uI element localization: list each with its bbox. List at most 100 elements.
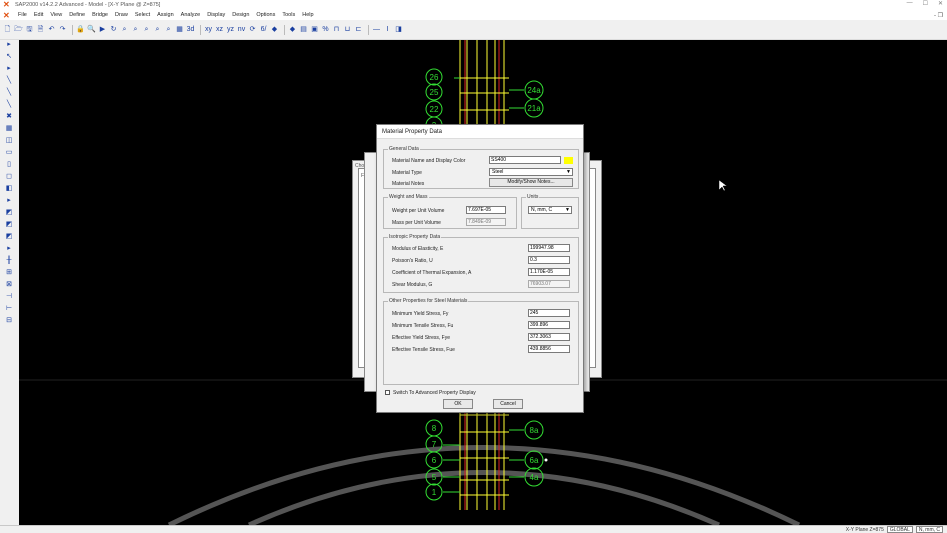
draw-tool-icon[interactable]: ▭ — [4, 148, 14, 157]
menu-bridge[interactable]: Bridge — [92, 12, 108, 18]
poisson-ratio-field[interactable]: 0.3 — [528, 256, 570, 264]
menu-help[interactable]: Help — [302, 12, 313, 18]
draw-tool-icon[interactable]: ◩ — [4, 220, 14, 229]
menu-define[interactable]: Define — [69, 12, 85, 18]
toolbar-tool-icon[interactable]: ⊏ — [354, 25, 363, 34]
eff-yield-stress-field[interactable]: 372.3063 — [528, 333, 570, 341]
draw-tool-icon[interactable]: ⊠ — [4, 280, 14, 289]
toolbar-tool-icon[interactable]: 6/ — [259, 25, 268, 34]
main-toolbar: 🗋 🗁 🖫 🗎 ↶ ↷ 🔒 🔍 ▶ ↻ ⌕ ⌕ ⌕ ⌕ ⌕ ▦ 3d xy xz yz nv ⟳ 6/◆ ◆ ▤ ▣% ⊓ ⊔ ⊏ — I ◨ — [0, 20, 947, 40]
draw-tool-icon[interactable]: ▯ — [4, 160, 14, 169]
menu-display[interactable]: Display — [207, 12, 225, 18]
toolbar-tool-icon[interactable]: ↻ — [109, 25, 118, 34]
toolbar-tool-icon[interactable]: 🗁 — [14, 25, 23, 34]
menu-assign[interactable]: Assign — [157, 12, 174, 18]
toolbar-tool-icon[interactable]: 🔍 — [87, 25, 96, 34]
weight-per-volume-field[interactable]: 7.697E-05 — [466, 206, 506, 214]
modulus-elasticity-field[interactable]: 199947.98 — [528, 244, 570, 252]
draw-tool-icon[interactable]: ◩ — [4, 232, 14, 241]
toolbar-tool-icon[interactable]: ⊓ — [332, 25, 341, 34]
toolbar-tool-icon[interactable]: 🗋 — [3, 25, 12, 34]
coord-system-select[interactable]: GLOBAL — [886, 526, 913, 533]
units-status-select[interactable]: N, mm, C — [915, 526, 943, 533]
toolbar-tool-icon[interactable]: yz — [226, 25, 235, 34]
toolbar-tool-icon[interactable]: ⌕ — [142, 25, 151, 34]
toolbar-tool-icon[interactable]: I — [383, 25, 392, 34]
toolbar-tool-icon[interactable]: ⌕ — [153, 25, 162, 34]
menu-draw[interactable]: Draw — [115, 12, 128, 18]
status-coordinates: X-Y Plane Z=875 GLOBAL N, mm, C — [846, 526, 943, 533]
toolbar-tool-icon[interactable]: ⌕ — [131, 25, 140, 34]
draw-tool-icon[interactable]: ⊢ — [4, 304, 14, 313]
menu-view[interactable]: View — [50, 12, 62, 18]
toolbar-tool-icon[interactable]: ◆ — [270, 25, 279, 34]
maximize-button[interactable]: ☐ — [923, 0, 928, 7]
min-yield-stress-field[interactable]: 245 — [528, 309, 570, 317]
draw-tool-icon[interactable]: ↖ — [4, 52, 14, 61]
draw-tool-icon[interactable]: ╲ — [4, 88, 14, 97]
eff-tensile-stress-field[interactable]: 439.8856 — [528, 345, 570, 353]
menu-analyze[interactable]: Analyze — [181, 12, 201, 18]
draw-tool-icon[interactable]: ▸ — [4, 64, 14, 73]
draw-tool-icon[interactable]: ◫ — [4, 136, 14, 145]
toolbar-tool-icon[interactable]: 3d — [186, 25, 195, 34]
display-color-button[interactable] — [564, 157, 573, 164]
toolbar-tool-icon[interactable]: ▣ — [310, 25, 319, 34]
toolbar-tool-icon[interactable]: xy — [204, 25, 213, 34]
draw-tool-icon[interactable]: ▸ — [4, 244, 14, 253]
draw-tool-icon[interactable]: ▸ — [4, 196, 14, 205]
draw-tool-icon[interactable]: ╲ — [4, 100, 14, 109]
toolbar-tool-icon[interactable]: ↷ — [58, 25, 67, 34]
draw-tool-icon[interactable]: ✖ — [4, 112, 14, 121]
toolbar-tool-icon[interactable]: ◨ — [394, 25, 403, 34]
modify-show-notes-button[interactable]: Modify/Show Notes... — [489, 178, 573, 187]
minimize-button[interactable]: — — [907, 0, 913, 7]
draw-tool-icon[interactable]: ▸ — [4, 40, 14, 49]
mass-per-volume-field: 7.849E-09 — [466, 218, 506, 226]
mdi-controls[interactable]: - ❐ — [934, 12, 943, 19]
draw-tool-icon[interactable]: ╫ — [4, 256, 14, 265]
grid-bubble-label: 6 — [432, 456, 437, 465]
eff-tensile-stress-label: Effective Tensile Stress, Fue — [392, 347, 455, 353]
draw-tool-icon[interactable]: ⊟ — [4, 316, 14, 325]
menu-options[interactable]: Options — [256, 12, 275, 18]
menu-edit[interactable]: Edit — [34, 12, 43, 18]
toolbar-tool-icon[interactable]: % — [321, 25, 330, 34]
menu-select[interactable]: Select — [135, 12, 150, 18]
toolbar-tool-icon[interactable]: 🗎 — [36, 25, 45, 34]
draw-tool-icon[interactable]: ⊞ — [4, 268, 14, 277]
toolbar-tool-icon[interactable]: — — [372, 25, 381, 34]
thermal-expansion-field[interactable]: 1.170E-05 — [528, 268, 570, 276]
toolbar-tool-icon[interactable]: xz — [215, 25, 224, 34]
menu-tools[interactable]: Tools — [282, 12, 295, 18]
toolbar-tool-icon[interactable]: ⊔ — [343, 25, 352, 34]
draw-tool-icon[interactable]: ◩ — [4, 208, 14, 217]
advanced-display-checkbox[interactable] — [385, 390, 390, 395]
material-name-field[interactable]: SS400 — [489, 156, 561, 164]
toolbar-tool-icon[interactable]: ▤ — [299, 25, 308, 34]
ok-button[interactable]: OK — [443, 399, 473, 409]
menu-design[interactable]: Design — [232, 12, 249, 18]
toolbar-tool-icon[interactable]: ▶ — [98, 25, 107, 34]
toolbar-tool-icon[interactable]: ⟳ — [248, 25, 257, 34]
toolbar-tool-icon[interactable]: 🖫 — [25, 25, 34, 34]
min-tensile-stress-field[interactable]: 399.896 — [528, 321, 570, 329]
toolbar-tool-icon[interactable]: nv — [237, 25, 246, 34]
units-select[interactable]: N, mm, C ▼ — [528, 206, 572, 214]
toolbar-tool-icon[interactable]: ↶ — [47, 25, 56, 34]
toolbar-tool-icon[interactable]: ⌕ — [164, 25, 173, 34]
material-type-value: Steel — [492, 169, 504, 175]
draw-tool-icon[interactable]: ⊣ — [4, 292, 14, 301]
toolbar-tool-icon[interactable]: ⌕ — [120, 25, 129, 34]
toolbar-tool-icon[interactable]: ▦ — [175, 25, 184, 34]
draw-tool-icon[interactable]: ◧ — [4, 184, 14, 193]
cancel-button[interactable]: Cancel — [493, 399, 523, 409]
toolbar-tool-icon[interactable]: 🔒 — [76, 25, 85, 34]
draw-tool-icon[interactable]: ◻ — [4, 172, 14, 181]
draw-tool-icon[interactable]: ▦ — [4, 124, 14, 133]
close-button[interactable]: ✕ — [938, 0, 943, 7]
material-type-select[interactable]: Steel ▼ — [489, 168, 573, 176]
toolbar-tool-icon[interactable]: ◆ — [288, 25, 297, 34]
draw-tool-icon[interactable]: ╲ — [4, 76, 14, 85]
menu-file[interactable]: File — [18, 12, 27, 18]
